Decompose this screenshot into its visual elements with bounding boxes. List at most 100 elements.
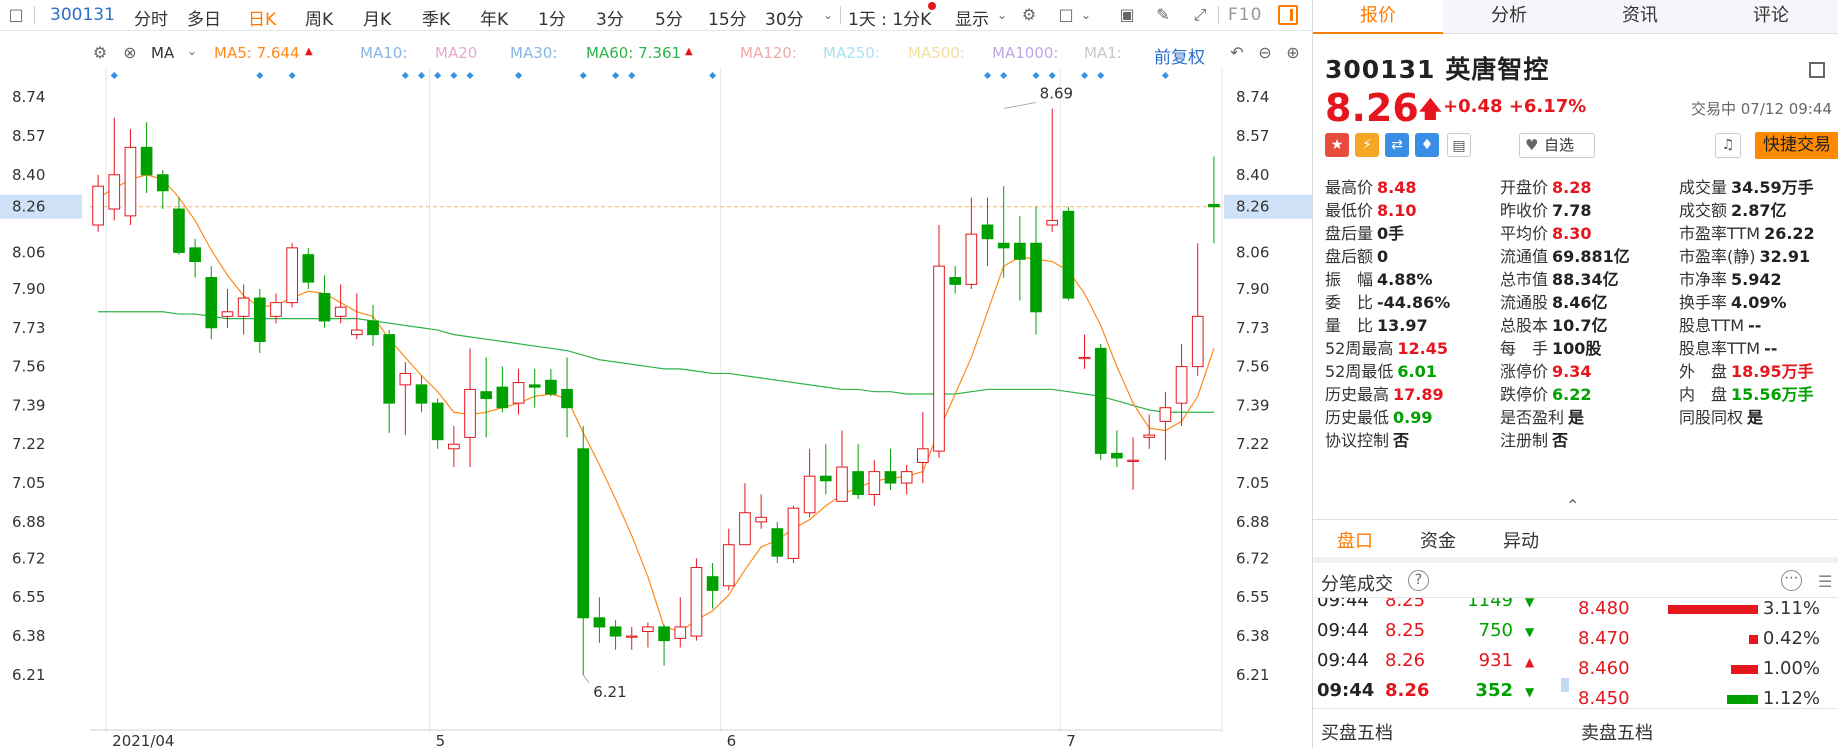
pen-icon[interactable]: ✎ — [1153, 5, 1173, 25]
tab-monthly-k[interactable]: 月K — [363, 5, 391, 30]
tab-pankou[interactable]: 盘口 — [1337, 527, 1373, 553]
tab-1min[interactable]: 1分 — [538, 5, 566, 30]
tab-comments[interactable]: 评论 — [1706, 0, 1836, 34]
candle-body — [1030, 242, 1042, 313]
tab-capital[interactable]: 资金 — [1420, 527, 1456, 553]
china-flag-icon[interactable]: ★ — [1325, 133, 1349, 157]
stat-value: -- — [1748, 316, 1762, 335]
ticks-area[interactable]: 09:44 8.25 1149 ▼ 09:44 8.25 750 ▼ 09:44 8.26 931 ▲… — [1313, 598, 1838, 708]
candle-body — [852, 471, 864, 495]
adjust-mode-button[interactable]: 前复权 — [1154, 43, 1205, 68]
tab-multiday[interactable]: 多日 — [187, 5, 221, 30]
candle-body — [496, 386, 509, 409]
down-arrow-icon: ▼ — [1525, 598, 1535, 609]
ma-label[interactable]: MA — [151, 44, 174, 62]
candle-body — [706, 576, 719, 591]
tab-anomaly[interactable]: 异动 — [1503, 527, 1539, 553]
help-icon[interactable]: ? — [1408, 570, 1429, 591]
tag-icon[interactable]: ♦ — [1415, 133, 1439, 157]
candle-body — [690, 567, 703, 637]
bookmark-icon[interactable]: ▤ — [1447, 133, 1471, 157]
candle-body — [722, 544, 735, 587]
fullscreen-icon[interactable]: ⤢ — [1190, 5, 1210, 25]
tab-3min[interactable]: 3分 — [596, 5, 624, 30]
stat-key: 成交量 — [1679, 178, 1728, 197]
tab-30min[interactable]: 30分 — [765, 5, 804, 30]
list-icon[interactable]: ☰ — [1818, 572, 1832, 591]
stock-code: 300131 — [1325, 55, 1436, 84]
stat-key: 同股同权 — [1679, 408, 1744, 427]
chevron-down-icon[interactable]: ⌄ — [182, 41, 202, 61]
add-watchlist-button[interactable]: ♥ 自选 — [1519, 133, 1595, 158]
bell-icon[interactable]: ♫ — [1715, 133, 1741, 158]
undo-icon[interactable]: ↶ — [1227, 43, 1247, 63]
chevron-down-icon[interactable]: ⌄ — [818, 5, 838, 25]
stat-item: 协议控制否 — [1325, 427, 1409, 451]
x-tick-label: 7 — [1066, 732, 1076, 748]
signal-marker — [466, 71, 474, 80]
candle-body — [1143, 434, 1156, 438]
close-icon[interactable]: ⊗ — [120, 43, 140, 63]
up-arrow-icon: 🡅 — [1418, 95, 1443, 123]
chevron-up-icon[interactable]: ⌃ — [1566, 496, 1579, 515]
stat-item: 总股本 10.7亿 — [1500, 312, 1608, 336]
tick-time: 09:44 — [1317, 680, 1375, 701]
more-icon[interactable]: ⋯ — [1781, 570, 1802, 591]
signal-marker — [450, 71, 458, 80]
kline-chart-svg[interactable]: 8.74 8.74 8.57 8.57 8.40 8.40 8.26 8.26 8.06 8.06… — [0, 68, 1312, 748]
gear-icon[interactable]: ⚙ — [1019, 5, 1039, 25]
tab-5min[interactable]: 5分 — [655, 5, 683, 30]
stat-item: 换手率 4.09% — [1679, 289, 1787, 313]
action-icon-row: ★ ⚡ ⇄ ♦ ▤ ♥ 自选 ♫ 快捷交易 — [1325, 132, 1838, 159]
y-tick-label-right: 6.21 — [1236, 666, 1269, 684]
y-tick-label-right: 7.90 — [1236, 280, 1269, 298]
signal-marker — [401, 71, 409, 80]
tab-analysis[interactable]: 分析 — [1444, 0, 1574, 34]
y-tick-label-left: 6.88 — [12, 513, 45, 531]
camera-icon[interactable]: ▣ — [1117, 5, 1137, 25]
candle-body — [302, 254, 315, 283]
chevron-down-icon[interactable]: ⌄ — [992, 5, 1012, 25]
signal-marker — [288, 71, 296, 80]
order-book-header: 买盘五档 卖盘五档 — [1313, 708, 1838, 748]
stat-value: 12.45 — [1397, 339, 1448, 358]
layout-icon[interactable]: □ — [1056, 5, 1076, 25]
tick-row: 09:44 8.25 1149 ▼ — [1313, 598, 1553, 620]
tab-news[interactable]: 资讯 — [1575, 0, 1705, 34]
stat-value: 是 — [1747, 408, 1764, 427]
layout-toggle-icon[interactable] — [1809, 62, 1825, 78]
tab-fenshi[interactable]: 分时 — [134, 5, 168, 30]
display-dropdown[interactable]: 显示 — [955, 5, 989, 30]
tab-15min[interactable]: 15分 — [708, 5, 747, 30]
panel-toggle-icon[interactable] — [1278, 5, 1298, 25]
stock-code-label[interactable]: 300131 — [50, 5, 115, 25]
stat-value: 4.88% — [1377, 270, 1433, 289]
shuffle-icon[interactable]: ⇄ — [1385, 133, 1409, 157]
tab-yearly-k[interactable]: 年K — [480, 5, 508, 30]
stat-value: 0.99 — [1393, 408, 1433, 427]
candle-body — [334, 306, 347, 317]
candle-body — [1127, 459, 1139, 462]
lightning-icon[interactable]: ⚡ — [1355, 133, 1379, 157]
chevron-down-icon[interactable]: ⌄ — [1076, 5, 1096, 25]
scrollbar-thumb[interactable] — [1561, 678, 1569, 692]
stat-key: 最低价 — [1325, 201, 1374, 220]
kline-chart[interactable]: 8.74 8.74 8.57 8.57 8.40 8.40 8.26 8.26 8.06 8.06… — [0, 68, 1312, 748]
zoom-out-icon[interactable]: ⊖ — [1255, 43, 1275, 63]
f10-button[interactable]: F10 — [1228, 5, 1262, 25]
sidebar-icon[interactable]: □ — [6, 5, 26, 25]
candle-body — [981, 224, 994, 240]
candle-body — [609, 626, 622, 637]
candle-body — [156, 174, 169, 192]
stat-key: 量 比 — [1325, 316, 1374, 335]
tab-weekly-k[interactable]: 周K — [305, 5, 333, 30]
gear-icon[interactable]: ⚙ — [90, 43, 110, 63]
tab-quarterly-k[interactable]: 季K — [422, 5, 450, 30]
candle-body — [658, 626, 670, 642]
y-tick-label-right: 7.39 — [1236, 396, 1269, 414]
period-select[interactable]: 1天 : 1分K — [848, 5, 931, 30]
quick-trade-button[interactable]: 快捷交易 — [1755, 132, 1838, 159]
tab-quote[interactable]: 报价 — [1313, 0, 1443, 34]
tab-daily-k[interactable]: 日K — [248, 5, 276, 30]
zoom-in-icon[interactable]: ⊕ — [1283, 43, 1303, 63]
